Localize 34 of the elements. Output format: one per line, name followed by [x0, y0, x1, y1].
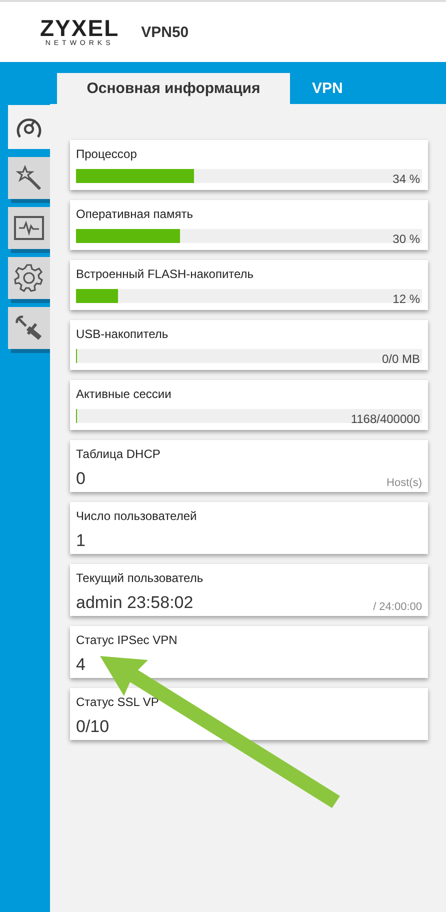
card-value: 4 — [76, 655, 86, 675]
logo-wordmark: ZYXEL — [40, 17, 120, 40]
card-title: USB-накопитель — [76, 327, 170, 341]
tools-icon — [14, 314, 44, 342]
usage-reading: 12 % — [392, 292, 420, 306]
heartbeat-monitor-icon — [13, 215, 45, 241]
card-title: Встроенный FLASH-накопитель — [76, 267, 255, 281]
device-model: VPN50 — [141, 24, 189, 40]
monitor-button[interactable] — [8, 207, 50, 249]
card-title: Статус IPSec VPN — [76, 633, 178, 647]
magic-wand-icon — [15, 164, 43, 192]
card-value: admin 23:58:02 — [76, 593, 194, 613]
card-title: Активные сессии — [76, 387, 172, 401]
usage-reading: 1168/400000 — [350, 412, 420, 426]
usage-reading: 30 % — [392, 232, 420, 246]
card-unit: / 24:00:00 — [373, 601, 422, 613]
card-unit: Host(s) — [386, 477, 422, 489]
card-title: Текущий пользователь — [76, 571, 204, 585]
card-title: Статус SSL VP — [76, 695, 160, 709]
card-title: Таблица DHCP — [76, 447, 162, 461]
card-value: 1 — [76, 531, 86, 551]
usage-reading: 34 % — [392, 172, 420, 186]
tab[interactable]: Основная информация — [57, 73, 290, 104]
usage-reading: 0/0 MB — [382, 352, 420, 366]
card-title: Процессор — [76, 147, 138, 161]
card-value: 0 — [76, 469, 86, 489]
card-title: Оперативная память — [76, 207, 194, 221]
settings-icon — [14, 263, 44, 293]
wizard-button[interactable] — [8, 157, 50, 199]
settings-button[interactable] — [8, 257, 50, 299]
maintenance-button[interactable] — [8, 307, 50, 349]
dashboard-button[interactable] — [8, 105, 50, 149]
card-value: 0/10 — [76, 717, 110, 737]
card-title: Число пользователей — [76, 509, 198, 523]
